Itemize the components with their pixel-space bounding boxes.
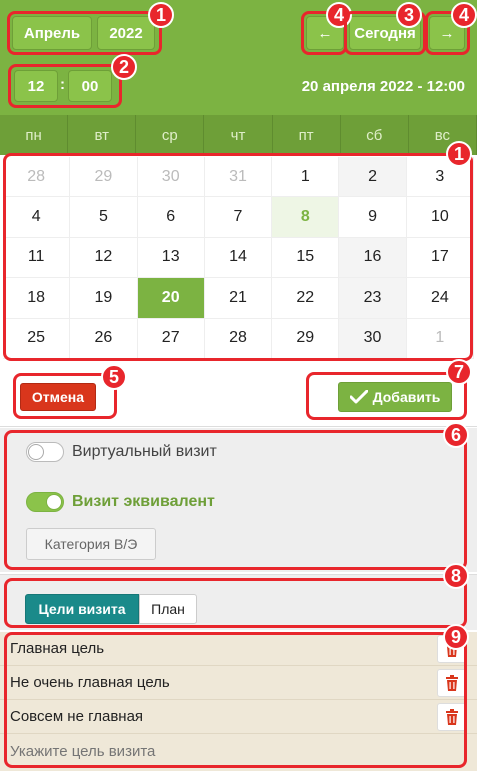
annotation-box — [3, 153, 473, 361]
annotation-box — [4, 430, 467, 570]
annotation-badge: 3 — [396, 2, 422, 28]
annotation-badge: 9 — [443, 624, 469, 650]
selected-datetime: 20 апреля 2022 - 12:00 — [301, 78, 465, 95]
annotation-box — [4, 632, 467, 768]
annotation-badge: 5 — [101, 364, 127, 390]
annotation-box — [4, 578, 467, 628]
annotation-box — [7, 11, 162, 55]
annotation-badge: 1 — [148, 2, 174, 28]
weekday-label: сб — [341, 115, 409, 155]
annotation-badge: 7 — [446, 359, 472, 385]
weekday-label: чт — [204, 115, 273, 155]
annotation-badge: 6 — [443, 422, 469, 448]
annotation-box — [306, 372, 467, 420]
annotation-badge: 4 — [451, 2, 477, 28]
annotation-badge: 2 — [111, 54, 137, 80]
annotation-box — [8, 64, 122, 108]
annotation-badge: 8 — [443, 563, 469, 589]
weekday-row: пн вт ср чт пт сб вс — [0, 115, 477, 155]
weekday-label: пн — [0, 115, 69, 155]
weekday-label: вт — [68, 115, 137, 155]
annotation-badge: 1 — [446, 141, 472, 167]
weekday-label: ср — [136, 115, 205, 155]
weekday-label: пт — [273, 115, 341, 155]
